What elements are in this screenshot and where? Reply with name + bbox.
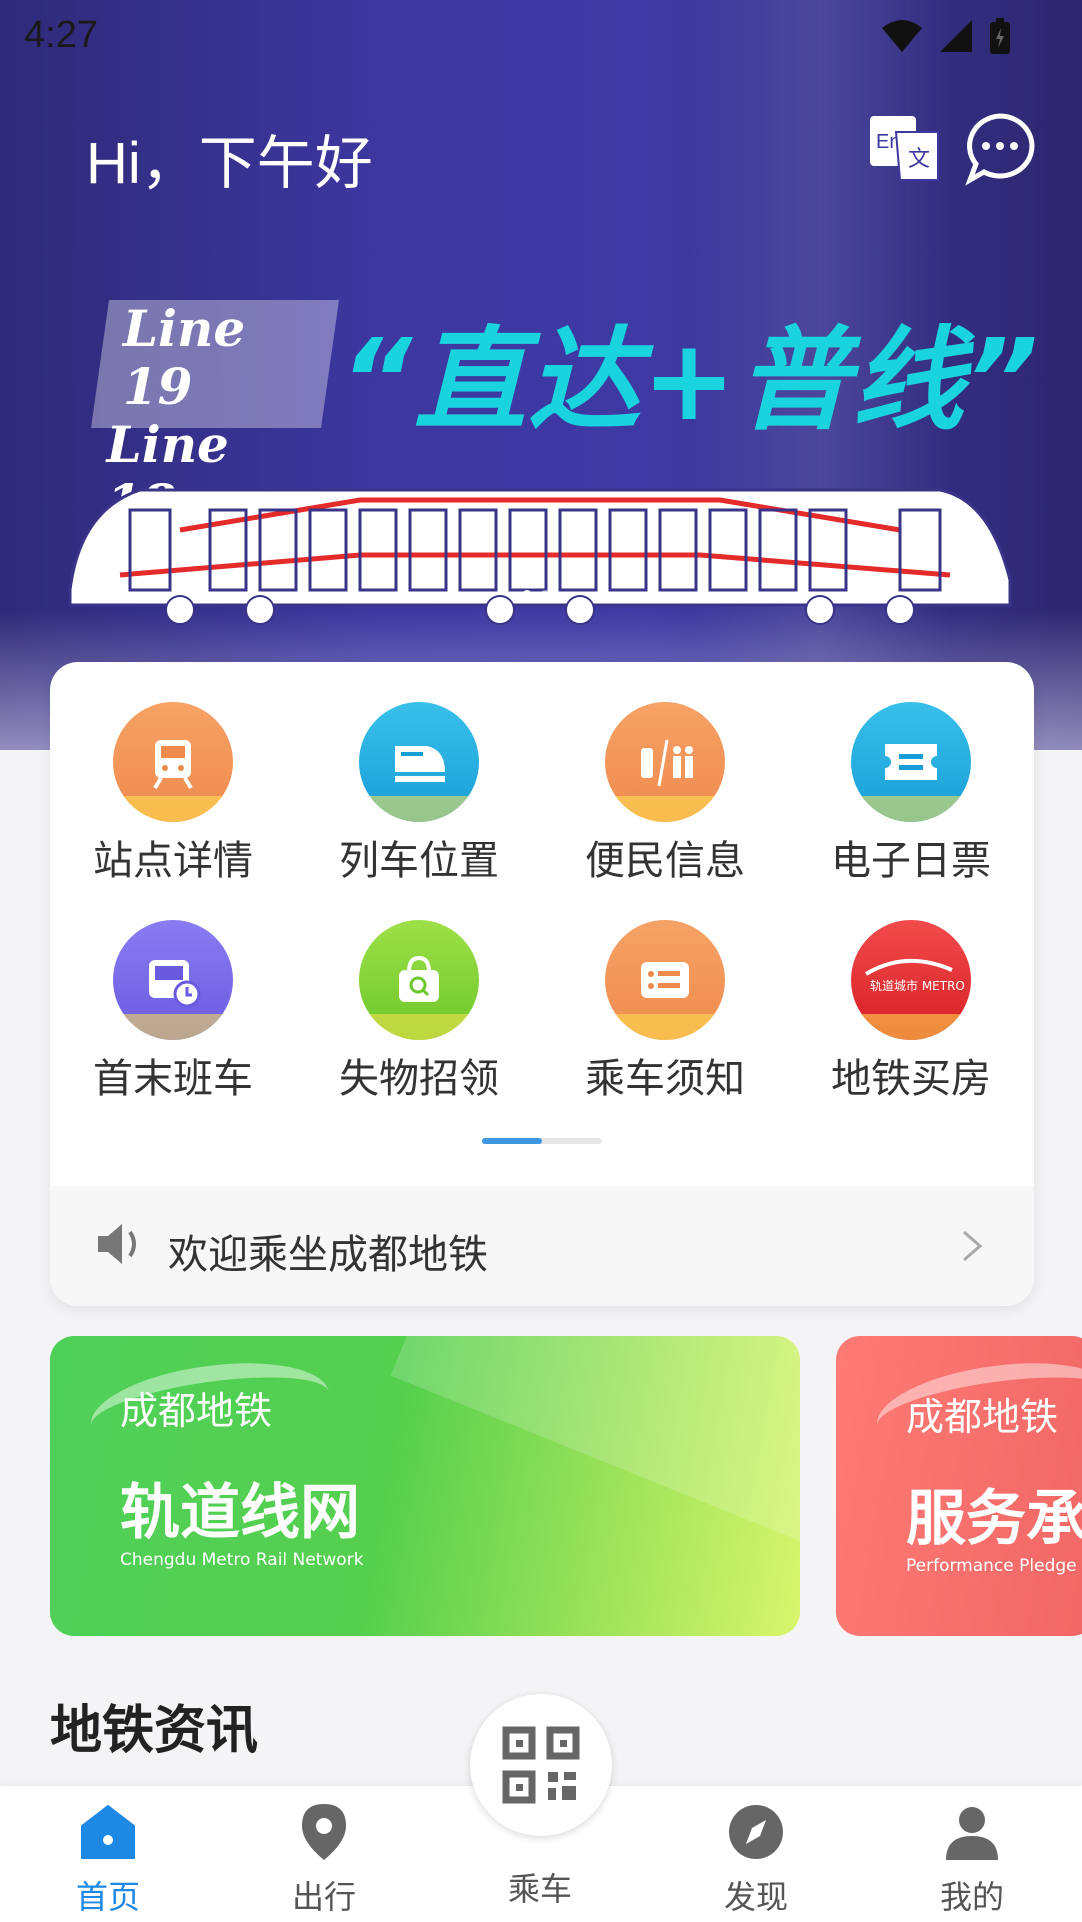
lost-found-icon — [359, 920, 479, 1040]
banner-rail-network[interactable]: 成都地铁 轨道线网 Chengdu Metro Rail Network — [50, 1336, 800, 1636]
tab-mine[interactable]: 我的 — [902, 1802, 1042, 1918]
service-label: 地铁买房 — [831, 1056, 991, 1102]
service-label: 乘车须知 — [585, 1056, 745, 1102]
banner-english: Performance Pledge — [906, 1556, 1077, 1576]
tab-discover[interactable]: 发现 — [686, 1802, 826, 1918]
service-label: 站点详情 — [93, 838, 253, 884]
compass-icon — [729, 1805, 783, 1859]
service-metro-housing[interactable]: 轨道城市 METRO CITY 地铁买房 — [788, 920, 1034, 1104]
banner-english: Chengdu Metro Rail Network — [120, 1550, 364, 1570]
news-section-title: 地铁资讯 — [50, 1701, 259, 1761]
service-convenience-info[interactable]: 便民信息 — [542, 702, 788, 886]
service-station-details[interactable]: 站点详情 — [50, 702, 296, 886]
tab-label: 首页 — [75, 1878, 140, 1916]
tab-travel[interactable]: 出行 — [254, 1802, 394, 1918]
service-label: 电子日票 — [831, 838, 991, 884]
schedule-icon — [113, 920, 233, 1040]
chevron-right-icon — [963, 1230, 983, 1262]
services-card: 站点详情 列车位置 便民信息 电子日票 首末班车 失物招领 乘车须知 轨道城市 … — [50, 662, 1034, 1306]
tab-label: 乘车 — [507, 1870, 572, 1908]
location-pin-icon — [302, 1804, 346, 1860]
metro-city-icon: 轨道城市 METRO CITY — [851, 920, 971, 1040]
message-icon[interactable] — [962, 110, 1038, 186]
services-grid: 站点详情 列车位置 便民信息 电子日票 首末班车 失物招领 乘车须知 轨道城市 … — [50, 702, 1034, 1104]
notice-icon — [605, 920, 725, 1040]
battery-icon — [990, 18, 1010, 54]
notice-text: 欢迎乘坐成都地铁 — [168, 1232, 488, 1278]
tab-label: 出行 — [291, 1878, 356, 1916]
tab-ride[interactable]: 乘车 — [470, 1834, 610, 1910]
service-riding-notice[interactable]: 乘车须知 — [542, 920, 788, 1104]
service-lost-found[interactable]: 失物招领 — [296, 920, 542, 1104]
qr-ride-button[interactable] — [470, 1694, 612, 1836]
train-illustration — [68, 488, 1012, 625]
banner-decoration — [390, 1336, 800, 1601]
banner-title: 轨道线网 — [120, 1478, 360, 1548]
greeting: Hi，下午好 — [86, 131, 373, 196]
status-icons — [880, 18, 1012, 56]
service-first-last-train[interactable]: 首末班车 — [50, 920, 296, 1104]
line-tag: Line 19 — [122, 299, 246, 416]
service-label: 列车位置 — [339, 838, 499, 884]
tab-label: 我的 — [939, 1878, 1004, 1916]
tab-label: 发现 — [723, 1878, 788, 1916]
hero-title: “直达+普线” — [340, 316, 1041, 446]
banner-pager — [522, 590, 550, 600]
wifi-icon — [882, 20, 922, 52]
station-icon — [113, 702, 233, 822]
line-tags: Line 19 Line 18 — [91, 299, 339, 532]
tab-home[interactable]: 首页 — [38, 1802, 178, 1918]
signal-icon — [940, 20, 972, 52]
metro-city-logo-text: 轨道城市 METRO CITY — [870, 978, 966, 993]
qr-code-icon — [502, 1726, 580, 1804]
service-label: 首末班车 — [93, 1056, 253, 1102]
convenience-icon — [605, 702, 725, 822]
banner-title: 服务承 — [906, 1484, 1082, 1554]
banner-service-pledge[interactable]: 成都地铁 服务承 Performance Pledge — [836, 1336, 1082, 1636]
service-train-position[interactable]: 列车位置 — [296, 702, 542, 886]
status-time: 4:27 — [24, 14, 98, 56]
status-bar: 4:27 — [0, 0, 1082, 72]
service-e-day-ticket[interactable]: 电子日票 — [788, 702, 1034, 886]
services-pager — [482, 1138, 602, 1144]
user-icon — [946, 1807, 998, 1860]
notice-bar[interactable]: 欢迎乘坐成都地铁 — [50, 1186, 1034, 1306]
service-label: 便民信息 — [585, 838, 745, 884]
svg-text:文: 文 — [908, 147, 930, 172]
train-position-icon — [359, 702, 479, 822]
banner-subtitle: 成都地铁 — [120, 1389, 273, 1433]
home-icon — [81, 1805, 135, 1859]
ticket-icon — [851, 702, 971, 822]
speaker-icon — [98, 1224, 136, 1264]
banner-subtitle: 成都地铁 — [906, 1395, 1059, 1439]
translate-icon[interactable]: En 文 — [866, 110, 942, 186]
service-label: 失物招领 — [339, 1056, 499, 1102]
